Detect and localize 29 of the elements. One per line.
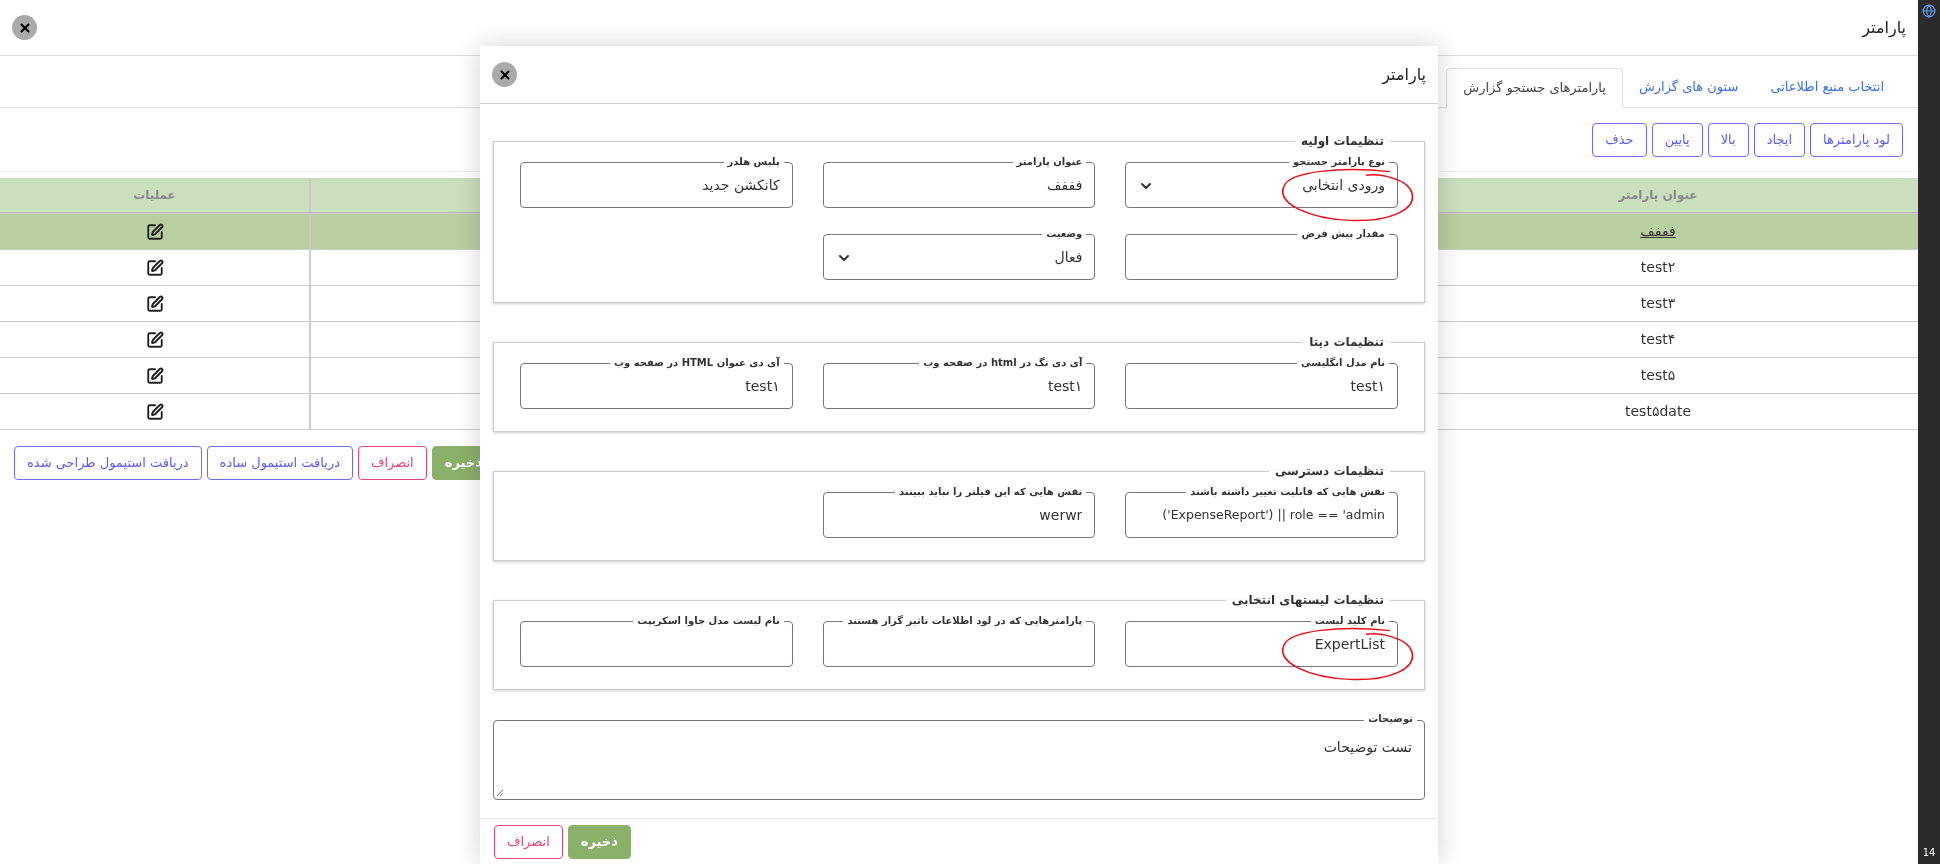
field-label: پارامترهایی که در لود اطلاعات تاثیر گزار هستند [846,614,1084,628]
section-legend: تنظیمات لیستهای انتخابی [1225,591,1390,609]
field-label: نقش هایی که قابلیت تغییر داشته باشند [1189,485,1386,499]
table-cell-text: فففف [1640,222,1676,241]
modal-title: پارامتر [1382,63,1426,87]
field-label: مقدار پیش فرض [1300,227,1386,241]
table-cell-text: test۳ [1640,294,1676,313]
field-label: توضیحات [1364,712,1417,726]
field-label: نام لیست مدل جاوا اسکریپت [636,614,781,628]
strip-number: 14 [1922,846,1936,860]
table-cell-text: test۵date [1625,402,1691,421]
field-label: نقش هایی که این فیلتر را نباید ببینند [898,485,1084,499]
section-legend: تنظیمات دسترسی [1268,462,1390,480]
column-header: عملیات [0,178,310,212]
table-cell-text: test۵ [1640,366,1676,385]
table-cell-text: test۴ [1640,330,1676,349]
page-title: پارامتر [1862,16,1906,40]
field-label: نام کلید لیست [1313,614,1386,628]
table-cell-text: test۲ [1640,258,1676,277]
field-label: آی دی عنوان HTML در صفحه وب [612,356,781,370]
column-header: عنوان پارامتر [1617,187,1699,205]
field-label: آی دی تگ در html در صفحه وب [922,356,1084,370]
section-legend: تنظیمات دیتا [1303,333,1390,351]
field-label: نام مدل انگلیسی [1300,356,1386,370]
field-label: نوع پارامتر جستجو [1291,155,1386,169]
field-label: عنوان پارامتر [1015,155,1084,169]
section-legend: تنظیمات اولیه [1294,132,1390,150]
field-label: پلیس هلدر [726,155,781,169]
field-label: وضعیت [1045,227,1084,241]
